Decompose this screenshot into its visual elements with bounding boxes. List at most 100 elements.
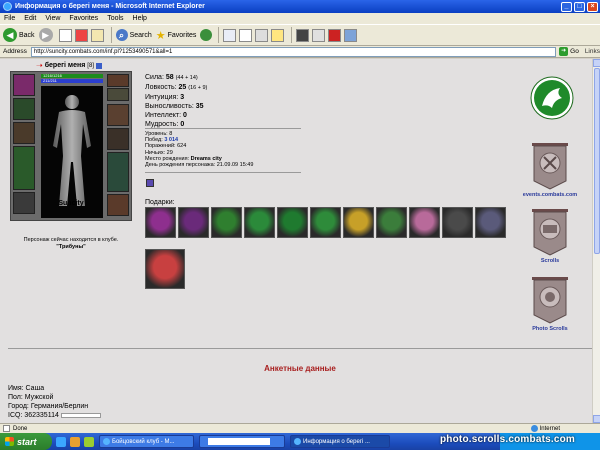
photo-scrolls-banner[interactable] — [528, 275, 572, 325]
research-icon[interactable] — [296, 28, 310, 42]
status-text: Done — [13, 425, 28, 432]
stat-row: Выносливость: 35 — [145, 103, 204, 110]
discuss-icon[interactable] — [271, 28, 285, 42]
scroll-up-icon[interactable] — [593, 59, 600, 67]
photo-scrolls-link[interactable]: Photo Scrolls — [512, 326, 588, 332]
events-banner[interactable] — [528, 141, 572, 191]
edit-icon[interactable] — [255, 28, 269, 42]
favorites-button[interactable]: ★ Favorites — [156, 29, 197, 42]
boots-slot[interactable] — [107, 152, 129, 192]
events-link[interactable]: events.combats.com — [512, 192, 588, 198]
start-button[interactable]: start — [0, 433, 52, 450]
links-button[interactable]: Links — [585, 48, 600, 55]
stop-icon[interactable] — [58, 28, 72, 42]
search-button[interactable]: ⌕ Search — [115, 29, 152, 41]
desktop-quicklaunch-icon[interactable] — [84, 436, 94, 447]
clan-icon[interactable] — [146, 179, 154, 187]
scroll-gift-icon[interactable] — [145, 249, 185, 289]
maximize-button[interactable]: □ — [574, 1, 585, 12]
menu-view[interactable]: View — [45, 15, 60, 22]
watermark: photo.scrolls.combats.com — [440, 434, 576, 445]
close-button[interactable]: × — [587, 1, 598, 12]
banner-icon — [532, 143, 568, 190]
search-label: Search — [129, 31, 152, 39]
mp-bar: 211/211 — [41, 79, 103, 83]
menu-help[interactable]: Help — [133, 15, 147, 22]
doll-gift-icon[interactable] — [409, 207, 440, 238]
menu-tools[interactable]: Tools — [107, 15, 123, 22]
task-button-info[interactable]: Информация о берегі ... — [290, 435, 390, 448]
toolbar-separator — [218, 27, 220, 43]
home-icon[interactable] — [90, 28, 104, 42]
level-badge: [8] — [87, 62, 94, 69]
badge-gift-icon[interactable] — [475, 207, 506, 238]
armor-slot[interactable] — [13, 146, 35, 190]
print-icon[interactable] — [239, 28, 253, 42]
window-title: Информация о берегі меня - Microsoft Int… — [15, 3, 205, 10]
stat-row: Интуиция: 3 — [145, 94, 185, 101]
window-titlebar: Информация о берегі меня - Microsoft Int… — [0, 0, 600, 13]
vertical-scrollbar[interactable] — [592, 59, 600, 423]
ie-icon — [294, 438, 301, 445]
windows-flag-icon — [5, 437, 14, 446]
character-header: ➝ берегі меня [8] — [36, 61, 102, 70]
task-button-club[interactable]: Бойцовский клуб - M... — [99, 435, 194, 448]
gloves-slot[interactable] — [107, 104, 129, 126]
gifts-label: Подарки: — [145, 199, 175, 206]
refresh-icon[interactable] — [74, 28, 88, 42]
task-button-redacted[interactable] — [199, 435, 285, 448]
toolbar-separator — [110, 27, 112, 43]
forward-button[interactable]: ▶ — [38, 28, 55, 42]
goat-logo-icon — [530, 76, 574, 120]
scrolls-link[interactable]: Scrolls — [512, 258, 588, 264]
scrolls-banner[interactable] — [528, 207, 572, 257]
events-logo[interactable] — [530, 76, 574, 120]
scroll-thumb[interactable] — [594, 68, 600, 254]
weapon-slot[interactable] — [13, 122, 35, 144]
menu-favorites[interactable]: Favorites — [69, 15, 98, 22]
green-leaf-gift-icon[interactable] — [310, 207, 341, 238]
mail-icon[interactable] — [223, 28, 237, 42]
forward-arrow-icon: ▶ — [38, 28, 53, 42]
history-icon[interactable] — [200, 29, 213, 41]
necklace-slot[interactable] — [107, 88, 129, 101]
record-block: Уровень: 8 Побед: 3 014 Поражений: 624 Н… — [145, 131, 254, 169]
icq-status-box — [60, 412, 101, 418]
favorites-label: Favorites — [167, 31, 197, 39]
ie-quicklaunch-icon[interactable] — [56, 436, 66, 447]
location-text: Персонаж сейчас находится в клубе. — [23, 237, 119, 243]
location-room: "Трибуны" — [56, 244, 86, 250]
menu-file[interactable]: File — [4, 15, 15, 22]
frog-gift-icon[interactable] — [376, 207, 407, 238]
scroll-down-icon[interactable] — [593, 415, 600, 423]
banner-icon — [532, 277, 568, 324]
shield-slot[interactable] — [107, 128, 129, 150]
addon2-icon[interactable] — [344, 28, 358, 42]
address-input[interactable]: http://suncity.combats.com/inf.pl?125349… — [30, 46, 557, 57]
toolbar: ◀ Back ▶ ⌕ Search ★ Favorites — [0, 24, 600, 46]
green-banner-gift-icon[interactable] — [277, 207, 308, 238]
helmet-slot[interactable] — [13, 74, 35, 96]
mace-gift-icon[interactable] — [442, 207, 473, 238]
back-button[interactable]: ◀ Back — [3, 28, 35, 42]
stat-row: Сила: 58 (44 + 14) — [145, 74, 198, 81]
go-label: Go — [570, 48, 579, 55]
green-shield-gift-icon[interactable] — [244, 207, 275, 238]
earring-slot[interactable] — [107, 74, 129, 87]
target-gift-icon[interactable] — [145, 207, 176, 238]
bell-gift-icon[interactable] — [343, 207, 374, 238]
amulet-slot[interactable] — [13, 98, 35, 120]
minimize-button[interactable]: _ — [561, 1, 572, 12]
addon-icon[interactable] — [328, 28, 342, 42]
toolbar-separator — [291, 27, 293, 43]
menu-edit[interactable]: Edit — [24, 15, 36, 22]
character-name: берегі меня — [44, 62, 86, 69]
back-arrow-icon: ◀ — [3, 28, 17, 42]
go-button[interactable]: ➜ Go — [559, 47, 579, 56]
messenger-icon[interactable] — [312, 28, 326, 42]
profile-block: Имя: Саша Пол: Мужской Город: Германия/Б… — [8, 384, 101, 420]
folder-quicklaunch-icon[interactable] — [70, 436, 80, 447]
info-icon[interactable] — [95, 62, 102, 69]
bullseye-gift-icon[interactable] — [178, 207, 209, 238]
spiral-gift-icon[interactable] — [211, 207, 242, 238]
